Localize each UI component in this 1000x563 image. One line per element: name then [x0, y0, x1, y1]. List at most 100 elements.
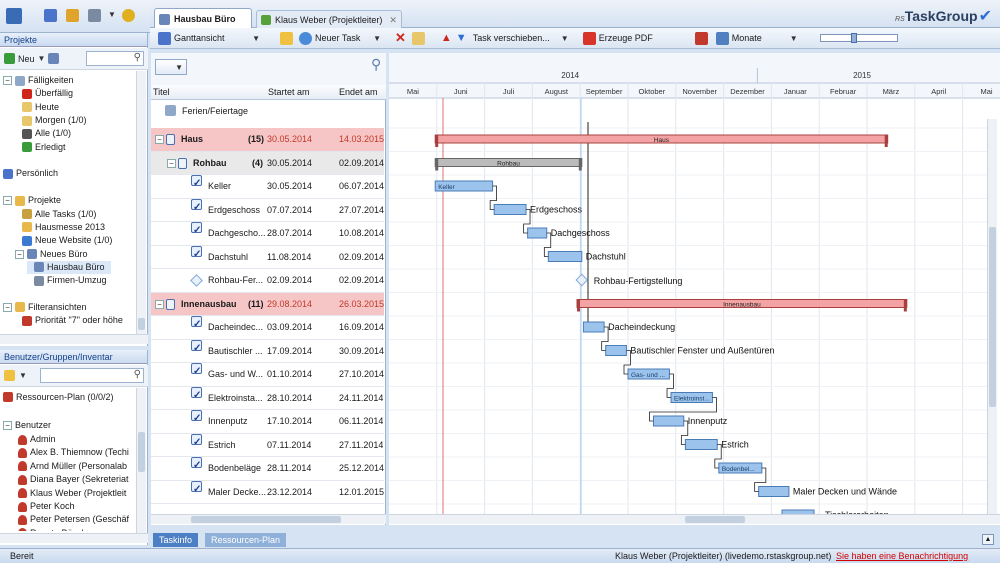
table-row[interactable]: Dachstuhl 11.08.2014 02.09.2014	[151, 245, 384, 269]
sync-icon[interactable]	[122, 9, 135, 22]
col-start[interactable]: Startet am	[268, 85, 310, 100]
create-pdf-button[interactable]: Erzeuge PDF	[579, 29, 657, 47]
collapse-icon[interactable]: −	[3, 196, 12, 206]
tab-resource-plan[interactable]: Ressourcen-Plan	[205, 533, 287, 547]
users-h-scrollbar[interactable]	[0, 533, 148, 543]
table-row[interactable]: Gas- und W...01.10.2014 27.10.2014	[151, 363, 384, 387]
tools-dropdown-icon[interactable]: ▼	[108, 10, 116, 19]
expand-panel-icon[interactable]: ▲	[982, 534, 994, 545]
scroll-thumb[interactable]	[989, 227, 996, 407]
task-checkbox[interactable]	[191, 480, 202, 492]
table-row[interactable]: Erdgeschoss 07.07.2014 27.07.2014	[151, 198, 384, 222]
project-tree-item[interactable]: − Neues Büro	[15, 248, 88, 261]
col-end[interactable]: Endet am	[339, 85, 378, 100]
project-tree-item[interactable]: − Filteransichten	[3, 301, 87, 314]
task-checkbox[interactable]	[191, 198, 202, 210]
project-tree-item[interactable]: Heute	[15, 101, 59, 114]
status-notification-link[interactable]: Sie haben eine Benachrichtigung	[836, 549, 968, 563]
table-row[interactable]: Innenputz 17.10.2014 06.11.2014	[151, 410, 384, 434]
chevron-down-icon[interactable]: ▼	[38, 54, 46, 63]
project-tree-item[interactable]: Morgen (1/0)	[15, 114, 87, 127]
user-item[interactable]: Admin	[18, 433, 56, 446]
project-tree-item[interactable]: Überfällig	[15, 87, 73, 100]
new-user-icon[interactable]	[4, 370, 15, 381]
tab-taskinfo[interactable]: Taskinfo	[153, 533, 199, 547]
table-row[interactable]: Dachgescho...28.07.2014 10.08.2014	[151, 222, 384, 246]
filter-icon[interactable]	[48, 53, 60, 64]
task-checkbox[interactable]	[191, 457, 202, 468]
task-checkbox[interactable]	[191, 245, 202, 257]
scale-dropdown[interactable]: Monate ▼	[712, 29, 802, 47]
table-row[interactable]: − Innenausbau (11) 29.08.2014 26.03.2015	[151, 292, 384, 316]
user-item[interactable]: Arnd Müller (Personalab	[18, 460, 127, 473]
table-row[interactable]: Rohbau-Fer... 02.09.2014 02.09.2014	[151, 269, 384, 293]
collapse-icon[interactable]: −	[167, 158, 176, 168]
zoom-slider[interactable]	[819, 33, 898, 43]
collapse-icon[interactable]: −	[155, 135, 164, 144]
user-item[interactable]: Peter Koch	[18, 500, 75, 513]
project-tree-item[interactable]: Alle Tasks (1/0)	[15, 208, 96, 221]
collapse-icon[interactable]: −	[155, 299, 164, 309]
note-icon[interactable]	[411, 31, 425, 45]
resource-plan-item[interactable]: Ressourcen-Plan (0/0/2)	[3, 392, 114, 402]
table-row[interactable]: Elektroinsta... 28.10.2014 24.11.2014	[151, 386, 384, 410]
import-icon[interactable]	[44, 9, 57, 22]
task-checkbox[interactable]	[191, 363, 202, 374]
scroll-thumb[interactable]	[138, 432, 145, 472]
project-tree-item[interactable]: Priorität "7" oder höhe	[15, 314, 123, 327]
calendar-jump-icon[interactable]	[694, 31, 708, 45]
delete-icon[interactable]: ✕	[395, 30, 406, 46]
table-row[interactable]: Bodenbeläge 28.11.2014 25.12.2014	[151, 457, 384, 481]
close-tab-icon[interactable]: ✕	[389, 15, 397, 26]
search-icon[interactable]: ⚲	[134, 52, 141, 63]
user-search-input[interactable]: ⚲	[40, 368, 144, 383]
grid-view-dropdown[interactable]: ▼	[155, 59, 187, 75]
new-button[interactable]: Neu	[18, 54, 35, 64]
move-up-icon[interactable]: ▲	[441, 32, 452, 44]
user-item[interactable]: Peter Petersen (Geschäf	[18, 513, 129, 526]
table-row[interactable]: − Haus (15) 30.05.2014 14.03.2015	[151, 128, 384, 152]
edit-icon[interactable]	[66, 9, 79, 22]
project-tree-item[interactable]: − Projekte	[3, 194, 61, 207]
gantt-h-scrollbar[interactable]	[389, 514, 1000, 524]
collapse-icon[interactable]: −	[3, 302, 12, 312]
table-row[interactable]: Dacheindec...03.09.2014 16.09.2014	[151, 316, 384, 340]
user-item[interactable]: Renate Büscher	[18, 527, 95, 531]
new-task-button[interactable]: Neuer Task ▼	[295, 29, 385, 47]
project-tree-item[interactable]: − Fälligkeiten	[3, 74, 74, 87]
tab-hausbau-buero[interactable]: Hausbau Büro	[154, 8, 252, 29]
app-logo-icon[interactable]	[6, 8, 22, 24]
project-tree-item[interactable]: Hausmesse 2013	[15, 221, 105, 234]
search-icon[interactable]: ⚲	[134, 369, 141, 380]
table-row[interactable]: Keller 30.05.2014 06.07.2014	[151, 175, 384, 199]
project-tree-item[interactable]: Firmen-Umzug	[27, 274, 107, 287]
gantt-v-scrollbar[interactable]	[987, 119, 997, 514]
user-item[interactable]: Diana Bayer (Sekreteriat	[18, 473, 129, 486]
task-checkbox[interactable]	[191, 316, 202, 327]
project-search-input[interactable]: ⚲	[86, 51, 144, 66]
scroll-thumb[interactable]	[191, 516, 341, 523]
project-tree-item[interactable]: Alle (1/0)	[15, 127, 71, 140]
holidays-row[interactable]: Ferien/Feiertage	[151, 100, 386, 122]
task-checkbox[interactable]	[191, 175, 202, 186]
grid-h-scrollbar[interactable]	[151, 514, 386, 524]
tab-klaus-weber[interactable]: Klaus Weber (Projektleiter) ✕	[256, 10, 402, 29]
tools-icon[interactable]	[88, 9, 101, 22]
task-checkbox[interactable]	[191, 410, 202, 421]
scroll-thumb[interactable]	[138, 318, 145, 330]
collapse-icon[interactable]: −	[15, 249, 24, 259]
col-title[interactable]: Titel	[153, 85, 170, 100]
table-row[interactable]: Bautischler ... 17.09.2014 30.09.2014	[151, 339, 384, 363]
user-item[interactable]: Alex B. Thiemnow (Techi	[18, 446, 129, 459]
project-tree-item[interactable]: Neue Website (1/0)	[15, 234, 112, 247]
task-checkbox[interactable]	[191, 386, 202, 398]
move-down-icon[interactable]: ▼	[456, 32, 467, 44]
table-row[interactable]: Maler Decke...23.12.2014 12.01.2015	[151, 480, 384, 504]
move-task-dropdown[interactable]: Task verschieben... ▼	[469, 29, 573, 47]
task-checkbox[interactable]	[191, 222, 202, 233]
zoom-search-icon[interactable]: ⚲	[371, 56, 381, 73]
project-tree-item[interactable]: Erledigt	[15, 141, 66, 154]
table-row[interactable]: Estrich 07.11.2014 27.11.2014	[151, 433, 384, 457]
projects-scrollbar[interactable]	[136, 71, 146, 334]
collapse-icon[interactable]: −	[3, 420, 12, 430]
